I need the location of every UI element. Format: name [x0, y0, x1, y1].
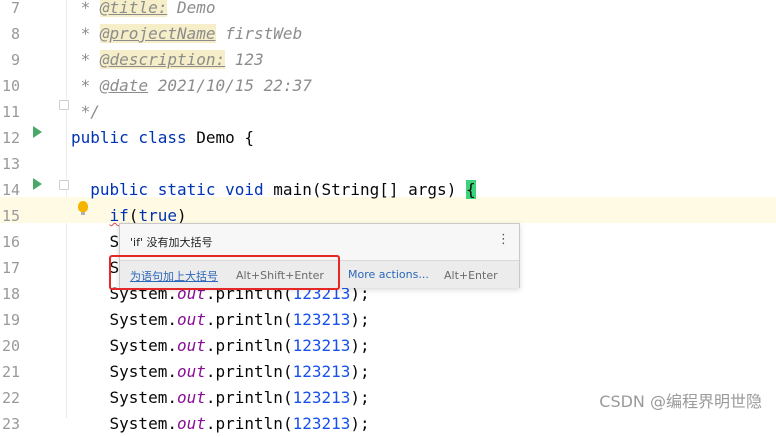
code-text: public static void main(String[] args) {	[71, 177, 476, 203]
code-token: out	[176, 310, 206, 329]
code-token: @title:	[99, 0, 168, 17]
code-token: .println(	[205, 362, 293, 381]
more-actions-link[interactable]: More actions...	[348, 268, 429, 281]
code-token: 123	[225, 50, 264, 69]
code-line[interactable]: 9 * @description: 123	[0, 47, 776, 73]
code-text: * @projectName firstWeb	[71, 21, 302, 47]
watermark: CSDN @编程界明世隐	[599, 392, 762, 411]
code-token: );	[350, 336, 370, 355]
code-token: {	[465, 180, 476, 199]
more-options-icon[interactable]: ⋮	[497, 233, 510, 247]
code-token: System.	[71, 336, 177, 355]
code-token: *	[71, 24, 100, 43]
code-text: * @date 2021/10/15 22:37	[71, 73, 312, 99]
fold-icon[interactable]	[59, 100, 69, 110]
code-token: */	[71, 102, 100, 121]
popup-title: 'if' 没有加大括号	[130, 236, 213, 249]
code-token: @projectName	[99, 24, 216, 43]
line-number: 8	[10, 25, 20, 43]
code-token: .println(	[205, 336, 293, 355]
code-token: 123213	[292, 362, 351, 381]
code-text: */	[71, 99, 100, 125]
code-line[interactable]: 23 System.out.println(123213);	[0, 411, 776, 437]
code-token: out	[176, 414, 206, 433]
code-token: *	[71, 0, 100, 17]
line-number: 21	[1, 363, 20, 381]
code-text: System.out.println(123213);	[71, 307, 370, 333]
line-number: 16	[1, 233, 20, 251]
code-text: * @description: 123	[71, 47, 264, 73]
line-number: 10	[1, 77, 20, 95]
code-token: System.	[71, 310, 177, 329]
lightbulb-icon[interactable]	[78, 201, 88, 212]
code-token: public class	[71, 128, 197, 147]
code-token: Demo {	[196, 128, 255, 147]
line-number: 15	[1, 207, 20, 225]
code-token: );	[350, 414, 370, 433]
code-text: System.out.println(123213);	[71, 411, 370, 437]
code-token: 2021/10/15 22:37	[148, 76, 312, 95]
code-token: Demo	[167, 0, 216, 17]
code-line[interactable]: 20 System.out.println(123213);	[0, 333, 776, 359]
code-line[interactable]: 10 * @date 2021/10/15 22:37	[0, 73, 776, 99]
code-token: *	[71, 50, 100, 69]
code-text: System.out.println(123213);	[71, 333, 370, 359]
code-token: 123213	[292, 414, 351, 433]
line-number: 7	[10, 0, 20, 17]
code-token: );	[350, 310, 370, 329]
line-number: 14	[1, 181, 20, 199]
code-token: public static void	[71, 180, 274, 199]
code-token: @description:	[99, 50, 226, 69]
line-number: 12	[1, 129, 20, 147]
code-line[interactable]: 12 public class Demo {	[0, 125, 776, 151]
code-token: out	[176, 362, 206, 381]
code-token: .println(	[205, 388, 293, 407]
code-line[interactable]: 13	[0, 151, 776, 177]
code-token: .println(	[205, 414, 293, 433]
annotation-highlight-box	[109, 255, 340, 290]
more-actions-shortcut: Alt+Enter	[444, 269, 498, 282]
code-token: @date	[99, 76, 149, 95]
line-number: 22	[1, 389, 20, 407]
lightbulb-base	[81, 212, 85, 215]
code-token: 123213	[292, 336, 351, 355]
run-icon[interactable]	[33, 126, 42, 138]
line-number: 17	[1, 259, 20, 277]
code-line[interactable]: 21 System.out.println(123213);	[0, 359, 776, 385]
code-token: *	[71, 76, 100, 95]
code-token: 123213	[292, 310, 351, 329]
code-token: );	[350, 362, 370, 381]
code-token: main(String[] args)	[273, 180, 466, 199]
code-token: System.	[71, 388, 177, 407]
code-token: out	[176, 336, 206, 355]
line-number: 23	[1, 415, 20, 433]
code-line[interactable]: 7 * @title: Demo	[0, 0, 776, 21]
code-token: System.	[71, 414, 177, 433]
code-line[interactable]: 19 System.out.println(123213);	[0, 307, 776, 333]
code-text: * @title: Demo	[71, 0, 216, 21]
code-text: System.out.println(123213);	[71, 385, 370, 411]
code-token: 123213	[292, 388, 351, 407]
code-text: public class Demo {	[71, 125, 254, 151]
code-text: S	[71, 229, 120, 255]
code-token: System.	[71, 362, 177, 381]
code-text: System.out.println(123213);	[71, 359, 370, 385]
code-token: );	[350, 388, 370, 407]
fold-icon[interactable]	[59, 180, 69, 190]
line-number: 13	[1, 155, 20, 173]
code-line[interactable]: 14 public static void main(String[] args…	[0, 177, 776, 203]
line-number: 9	[10, 51, 20, 69]
line-number: 19	[1, 311, 20, 329]
line-number: 18	[1, 285, 20, 303]
code-token: S	[71, 232, 120, 251]
code-line[interactable]: 8 * @projectName firstWeb	[0, 21, 776, 47]
line-number: 11	[1, 103, 20, 121]
code-token: .println(	[205, 310, 293, 329]
line-number: 20	[1, 337, 20, 355]
code-token: firstWeb	[215, 24, 303, 43]
code-token: out	[176, 388, 206, 407]
run-icon[interactable]	[33, 178, 42, 190]
code-line[interactable]: 11 */	[0, 99, 776, 125]
